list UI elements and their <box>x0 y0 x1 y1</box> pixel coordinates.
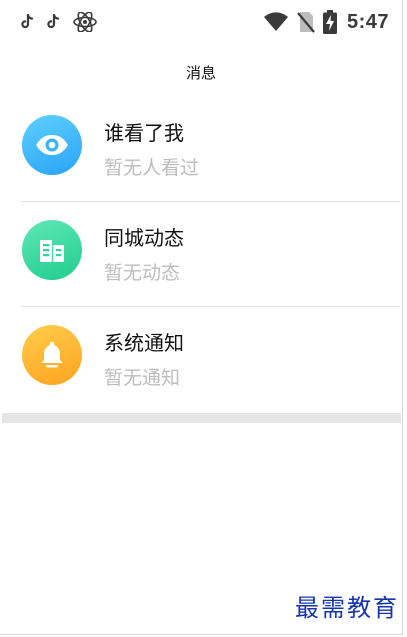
message-title: 系统通知 <box>104 331 184 355</box>
eye-icon <box>36 135 68 155</box>
status-time: 5:47 <box>346 10 389 33</box>
atom-icon <box>73 12 97 32</box>
message-item-who-viewed-me[interactable]: 谁看了我 暂无人看过 <box>0 97 402 202</box>
message-list: 谁看了我 暂无人看过 同城动态 暂无动态 系统通知 暂无通知 <box>0 97 402 412</box>
message-item-local-feed[interactable]: 同城动态 暂无动态 <box>0 202 402 307</box>
battery-charging-icon <box>322 10 337 34</box>
message-item-system-notice[interactable]: 系统通知 暂无通知 <box>0 307 402 412</box>
tiktok-icon <box>21 14 34 29</box>
status-bar-left <box>20 12 110 32</box>
message-subtitle: 暂无动态 <box>104 262 181 284</box>
message-subtitle: 暂无通知 <box>104 367 181 389</box>
wifi-icon <box>263 12 288 31</box>
bell-icon <box>41 341 63 368</box>
app-screen: 5:47 消息 谁看了我 暂无人看过 同城动态 暂无动态 系统通知 暂无通知 <box>0 0 403 635</box>
building-icon <box>40 240 64 262</box>
section-separator <box>2 413 401 423</box>
who-viewed-avatar <box>22 115 82 175</box>
status-bar: 5:47 <box>0 0 402 44</box>
no-sim-icon <box>297 12 315 33</box>
local-feed-avatar <box>22 220 82 280</box>
message-title: 谁看了我 <box>104 121 184 145</box>
system-notice-avatar <box>22 325 82 385</box>
status-bar-right: 5:47 <box>255 9 389 35</box>
message-subtitle: 暂无人看过 <box>104 157 200 179</box>
tiktok-icon <box>47 14 60 29</box>
watermark-logo: 最需教育 <box>295 594 399 622</box>
page-title: 消息 <box>185 64 216 82</box>
message-title: 同城动态 <box>104 226 184 250</box>
